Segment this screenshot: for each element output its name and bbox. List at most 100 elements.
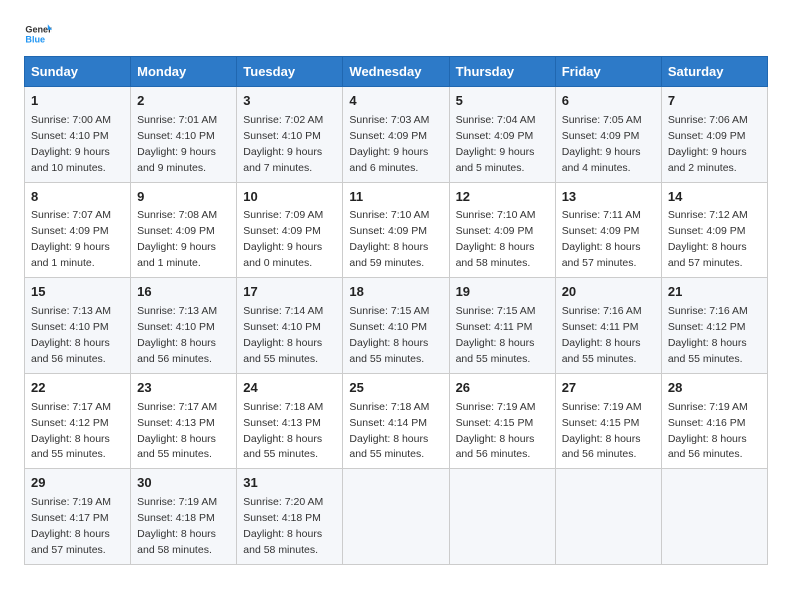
calendar-day-cell [661,469,767,565]
day-number: 24 [243,379,336,398]
day-number: 1 [31,92,124,111]
day-number: 29 [31,474,124,493]
day-number: 10 [243,188,336,207]
day-number: 3 [243,92,336,111]
day-number: 20 [562,283,655,302]
calendar-day-cell: 21 Sunrise: 7:16 AMSunset: 4:12 PMDaylig… [661,278,767,374]
day-info: Sunrise: 7:11 AMSunset: 4:09 PMDaylight:… [562,209,641,269]
day-number: 4 [349,92,442,111]
calendar-day-cell: 5 Sunrise: 7:04 AMSunset: 4:09 PMDayligh… [449,87,555,183]
day-info: Sunrise: 7:08 AMSunset: 4:09 PMDaylight:… [137,209,217,269]
calendar-day-cell: 25 Sunrise: 7:18 AMSunset: 4:14 PMDaylig… [343,373,449,469]
day-number: 13 [562,188,655,207]
svg-text:Blue: Blue [25,34,45,44]
calendar-day-cell: 30 Sunrise: 7:19 AMSunset: 4:18 PMDaylig… [131,469,237,565]
day-info: Sunrise: 7:13 AMSunset: 4:10 PMDaylight:… [137,305,217,365]
day-info: Sunrise: 7:17 AMSunset: 4:12 PMDaylight:… [31,401,111,461]
calendar-day-cell: 15 Sunrise: 7:13 AMSunset: 4:10 PMDaylig… [25,278,131,374]
calendar-header: SundayMondayTuesdayWednesdayThursdayFrid… [25,57,768,87]
logo: General Blue [24,20,56,48]
day-number: 19 [456,283,549,302]
day-info: Sunrise: 7:15 AMSunset: 4:10 PMDaylight:… [349,305,429,365]
calendar-day-cell: 8 Sunrise: 7:07 AMSunset: 4:09 PMDayligh… [25,182,131,278]
calendar-day-cell [449,469,555,565]
day-number: 23 [137,379,230,398]
calendar-day-cell: 29 Sunrise: 7:19 AMSunset: 4:17 PMDaylig… [25,469,131,565]
calendar-day-cell: 12 Sunrise: 7:10 AMSunset: 4:09 PMDaylig… [449,182,555,278]
calendar-table: SundayMondayTuesdayWednesdayThursdayFrid… [24,56,768,565]
calendar-day-cell: 16 Sunrise: 7:13 AMSunset: 4:10 PMDaylig… [131,278,237,374]
day-info: Sunrise: 7:09 AMSunset: 4:09 PMDaylight:… [243,209,323,269]
day-number: 17 [243,283,336,302]
day-info: Sunrise: 7:14 AMSunset: 4:10 PMDaylight:… [243,305,323,365]
day-info: Sunrise: 7:10 AMSunset: 4:09 PMDaylight:… [349,209,429,269]
calendar-day-cell: 26 Sunrise: 7:19 AMSunset: 4:15 PMDaylig… [449,373,555,469]
day-info: Sunrise: 7:04 AMSunset: 4:09 PMDaylight:… [456,114,536,174]
day-info: Sunrise: 7:16 AMSunset: 4:12 PMDaylight:… [668,305,748,365]
day-info: Sunrise: 7:07 AMSunset: 4:09 PMDaylight:… [31,209,111,269]
weekday-header: Thursday [449,57,555,87]
day-number: 27 [562,379,655,398]
calendar-day-cell: 23 Sunrise: 7:17 AMSunset: 4:13 PMDaylig… [131,373,237,469]
calendar-week-row: 1 Sunrise: 7:00 AMSunset: 4:10 PMDayligh… [25,87,768,183]
calendar-day-cell [555,469,661,565]
day-info: Sunrise: 7:19 AMSunset: 4:16 PMDaylight:… [668,401,748,461]
calendar-day-cell: 31 Sunrise: 7:20 AMSunset: 4:18 PMDaylig… [237,469,343,565]
calendar-day-cell: 13 Sunrise: 7:11 AMSunset: 4:09 PMDaylig… [555,182,661,278]
calendar-body: 1 Sunrise: 7:00 AMSunset: 4:10 PMDayligh… [25,87,768,565]
day-info: Sunrise: 7:01 AMSunset: 4:10 PMDaylight:… [137,114,217,174]
calendar-day-cell: 19 Sunrise: 7:15 AMSunset: 4:11 PMDaylig… [449,278,555,374]
calendar-day-cell: 2 Sunrise: 7:01 AMSunset: 4:10 PMDayligh… [131,87,237,183]
day-number: 11 [349,188,442,207]
day-number: 9 [137,188,230,207]
day-number: 12 [456,188,549,207]
day-info: Sunrise: 7:19 AMSunset: 4:18 PMDaylight:… [137,496,217,556]
day-info: Sunrise: 7:16 AMSunset: 4:11 PMDaylight:… [562,305,642,365]
calendar-day-cell: 10 Sunrise: 7:09 AMSunset: 4:09 PMDaylig… [237,182,343,278]
day-info: Sunrise: 7:05 AMSunset: 4:09 PMDaylight:… [562,114,642,174]
calendar-week-row: 22 Sunrise: 7:17 AMSunset: 4:12 PMDaylig… [25,373,768,469]
day-number: 18 [349,283,442,302]
calendar-day-cell: 9 Sunrise: 7:08 AMSunset: 4:09 PMDayligh… [131,182,237,278]
calendar-week-row: 15 Sunrise: 7:13 AMSunset: 4:10 PMDaylig… [25,278,768,374]
logo-icon: General Blue [24,20,52,48]
weekday-header: Monday [131,57,237,87]
calendar-week-row: 29 Sunrise: 7:19 AMSunset: 4:17 PMDaylig… [25,469,768,565]
day-number: 31 [243,474,336,493]
calendar-week-row: 8 Sunrise: 7:07 AMSunset: 4:09 PMDayligh… [25,182,768,278]
calendar-day-cell [343,469,449,565]
day-info: Sunrise: 7:20 AMSunset: 4:18 PMDaylight:… [243,496,323,556]
calendar-day-cell: 4 Sunrise: 7:03 AMSunset: 4:09 PMDayligh… [343,87,449,183]
calendar-day-cell: 27 Sunrise: 7:19 AMSunset: 4:15 PMDaylig… [555,373,661,469]
day-info: Sunrise: 7:12 AMSunset: 4:09 PMDaylight:… [668,209,748,269]
day-info: Sunrise: 7:19 AMSunset: 4:15 PMDaylight:… [456,401,536,461]
day-info: Sunrise: 7:18 AMSunset: 4:14 PMDaylight:… [349,401,429,461]
day-number: 28 [668,379,761,398]
day-number: 21 [668,283,761,302]
calendar-day-cell: 14 Sunrise: 7:12 AMSunset: 4:09 PMDaylig… [661,182,767,278]
calendar-day-cell: 18 Sunrise: 7:15 AMSunset: 4:10 PMDaylig… [343,278,449,374]
day-number: 8 [31,188,124,207]
calendar-day-cell: 7 Sunrise: 7:06 AMSunset: 4:09 PMDayligh… [661,87,767,183]
calendar-day-cell: 28 Sunrise: 7:19 AMSunset: 4:16 PMDaylig… [661,373,767,469]
day-number: 14 [668,188,761,207]
calendar-day-cell: 22 Sunrise: 7:17 AMSunset: 4:12 PMDaylig… [25,373,131,469]
calendar-day-cell: 1 Sunrise: 7:00 AMSunset: 4:10 PMDayligh… [25,87,131,183]
day-info: Sunrise: 7:00 AMSunset: 4:10 PMDaylight:… [31,114,111,174]
weekday-header: Wednesday [343,57,449,87]
day-info: Sunrise: 7:15 AMSunset: 4:11 PMDaylight:… [456,305,536,365]
day-number: 25 [349,379,442,398]
calendar-day-cell: 11 Sunrise: 7:10 AMSunset: 4:09 PMDaylig… [343,182,449,278]
calendar-day-cell: 20 Sunrise: 7:16 AMSunset: 4:11 PMDaylig… [555,278,661,374]
calendar-day-cell: 17 Sunrise: 7:14 AMSunset: 4:10 PMDaylig… [237,278,343,374]
day-info: Sunrise: 7:19 AMSunset: 4:15 PMDaylight:… [562,401,642,461]
day-number: 30 [137,474,230,493]
calendar-header-row: SundayMondayTuesdayWednesdayThursdayFrid… [25,57,768,87]
day-number: 7 [668,92,761,111]
day-number: 26 [456,379,549,398]
calendar-day-cell: 3 Sunrise: 7:02 AMSunset: 4:10 PMDayligh… [237,87,343,183]
weekday-header: Sunday [25,57,131,87]
day-number: 5 [456,92,549,111]
day-info: Sunrise: 7:02 AMSunset: 4:10 PMDaylight:… [243,114,323,174]
day-info: Sunrise: 7:19 AMSunset: 4:17 PMDaylight:… [31,496,111,556]
